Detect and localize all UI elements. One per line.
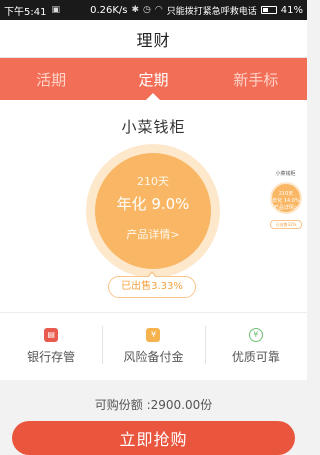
feature-list: ▤ 银行存管 ¥ 风险备付金 ¥ 优质可靠 xyxy=(0,318,307,374)
feature-quality: ¥ 优质可靠 xyxy=(204,318,307,374)
product-circle[interactable]: 210天 年化 9.0% 产品详情> xyxy=(95,153,211,269)
network-speed: 0.26K/s xyxy=(90,4,128,16)
image-notification-icon: ▣ xyxy=(51,5,60,15)
feature-bank-custody: ▤ 银行存管 xyxy=(0,318,102,374)
sold-percentage-badge: 已出售3.33% xyxy=(108,271,196,298)
bluetooth-icon: ✱ xyxy=(131,5,140,15)
next-product-preview[interactable]: 小菜钱柜 210天 年化 14.0% 产品详情> 已出售32% xyxy=(264,168,307,248)
bank-safe-icon: ▤ xyxy=(44,327,59,342)
preview-detail: 产品详情> xyxy=(273,205,299,211)
battery-icon xyxy=(260,6,277,14)
product-tabs: 活期 定期 新手标 xyxy=(0,58,307,100)
preview-sold: 已出售32% xyxy=(270,220,302,229)
product-card: 小菜钱柜 210天 年化 9.0% 产品详情> 小菜钱柜 210天 年化 14.… xyxy=(0,100,307,380)
feature-label: 优质可靠 xyxy=(231,349,280,364)
battery-percent: 41% xyxy=(280,4,303,16)
status-bar: 下午5:41 ▣ 0.26K/s ✱ ◷ ◠ 只能拨打紧急呼救电话 41% xyxy=(0,0,307,20)
page-title: 理财 xyxy=(136,30,171,50)
tab-newbie[interactable]: 新手标 xyxy=(205,58,307,100)
feature-label: 风险备付金 xyxy=(123,349,184,364)
quality-badge-icon: ¥ xyxy=(248,327,263,342)
tab-demand[interactable]: 活期 xyxy=(0,58,102,100)
product-name: 小菜钱柜 xyxy=(121,118,186,136)
preview-product-circle: 210天 年化 14.0% 产品详情> xyxy=(270,182,302,214)
product-term: 210天 xyxy=(137,175,169,188)
alarm-icon: ◷ xyxy=(143,5,151,15)
feature-reserve-fund: ¥ 风险备付金 xyxy=(102,318,204,374)
available-shares: 可购份额 :2900.00份 xyxy=(94,398,213,412)
product-detail-link[interactable]: 产品详情> xyxy=(95,226,211,242)
tab-fixed-term[interactable]: 定期 xyxy=(102,58,204,100)
divider xyxy=(0,312,307,313)
preview-term: 210天 xyxy=(278,191,294,197)
preview-product-name: 小菜钱柜 xyxy=(275,171,296,177)
wifi-icon: ◠ xyxy=(154,5,163,15)
app-header: 理财 xyxy=(0,20,307,58)
status-time: 下午5:41 xyxy=(4,6,47,18)
feature-label: 银行存管 xyxy=(27,349,76,364)
product-rate: 年化 9.0% xyxy=(116,195,190,213)
preview-rate: 年化 14.0% xyxy=(272,198,300,204)
buy-now-button[interactable]: 立即抢购 xyxy=(12,421,295,455)
reserve-fund-icon: ¥ xyxy=(146,327,161,342)
carrier-text: 只能拨打紧急呼救电话 xyxy=(166,6,257,17)
